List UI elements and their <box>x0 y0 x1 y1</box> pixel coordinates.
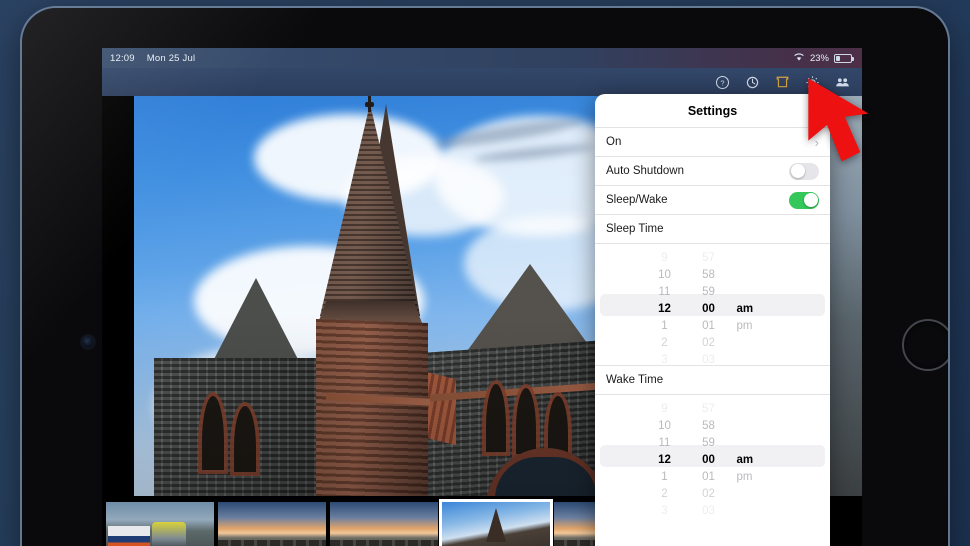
tablet-screen: 12:09 Mon 25 Jul 23% ? <box>102 48 862 546</box>
picker-cell: 02 <box>687 486 731 503</box>
picker-cell: 03 <box>687 352 731 369</box>
thumbnail-sunset-platform-1[interactable] <box>218 502 326 546</box>
chevron-right-icon: › <box>815 136 819 149</box>
settings-row-sleep-wake[interactable]: Sleep/Wake <box>595 185 830 214</box>
svg-text:?: ? <box>720 78 724 87</box>
picker-cell-selected: 00 <box>687 452 731 469</box>
status-bar: 12:09 Mon 25 Jul 23% <box>102 48 862 68</box>
picker-cell: 57 <box>687 250 731 267</box>
picker-cell <box>737 267 783 284</box>
picker-cell <box>737 418 783 435</box>
auto-shutdown-toggle[interactable] <box>789 163 819 180</box>
front-camera-icon <box>82 336 94 348</box>
picker-cell: 58 <box>687 267 731 284</box>
tablet-device: 12:09 Mon 25 Jul 23% ? <box>22 8 948 546</box>
sleep-time-label: Sleep Time <box>606 223 664 235</box>
picker-cell-selected: 12 <box>643 301 687 318</box>
picker-cell: 3 <box>643 503 687 520</box>
picker-cell: 11 <box>643 284 687 301</box>
picker-cell <box>737 335 783 352</box>
sleep-wake-toggle[interactable] <box>789 192 819 209</box>
settings-title: Settings <box>595 94 830 127</box>
settings-row-sleep-wake-label: Sleep/Wake <box>606 194 668 206</box>
sleep-hour-column[interactable]: 9 10 11 12 1 2 3 <box>643 250 687 365</box>
settings-row-auto-shutdown[interactable]: Auto Shutdown <box>595 156 830 185</box>
history-clock-icon[interactable] <box>745 75 760 90</box>
wifi-icon <box>793 52 805 65</box>
picker-cell: pm <box>737 469 783 486</box>
sleep-time-header: Sleep Time <box>595 214 830 243</box>
picker-cell: 01 <box>687 469 731 486</box>
wake-time-header: Wake Time <box>595 365 830 394</box>
picker-cell-selected: 00 <box>687 301 731 318</box>
picker-cell: 2 <box>643 486 687 503</box>
picker-cell <box>737 250 783 267</box>
settings-panel: Settings On › Auto Shutdown Sleep/Wake S… <box>595 94 830 546</box>
thumbnail-sunset-platform-2[interactable] <box>330 502 438 546</box>
battery-icon <box>834 54 852 63</box>
bookmark-icon[interactable] <box>775 75 790 90</box>
picker-cell-selected: 12 <box>643 452 687 469</box>
wake-time-label: Wake Time <box>606 374 663 386</box>
picker-cell <box>737 352 783 369</box>
picker-cell <box>737 503 783 520</box>
settings-row-auto-shutdown-label: Auto Shutdown <box>606 165 684 177</box>
picker-cell: 1 <box>643 469 687 486</box>
picker-cell: pm <box>737 318 783 335</box>
status-time: 12:09 <box>110 53 135 64</box>
thumbnail-church-spire[interactable] <box>442 502 550 546</box>
picker-cell <box>737 486 783 503</box>
sleep-meridiem-column[interactable]: am pm <box>731 250 783 365</box>
picker-cell-selected: am <box>737 301 783 318</box>
wake-minute-column[interactable]: 57 58 59 00 01 02 03 <box>687 401 731 516</box>
picker-cell: 58 <box>687 418 731 435</box>
battery-percent-label: 23% <box>810 53 829 64</box>
picker-cell <box>737 401 783 418</box>
church-spire-photo[interactable] <box>134 96 614 496</box>
picker-cell: 3 <box>643 352 687 369</box>
picker-cell: 9 <box>643 250 687 267</box>
picker-cell-selected: am <box>737 452 783 469</box>
settings-row-on-label: On <box>606 136 621 148</box>
wake-time-picker[interactable]: 9 10 11 12 1 2 3 57 58 59 00 01 02 <box>595 394 830 516</box>
picker-cell: 9 <box>643 401 687 418</box>
picker-cell: 01 <box>687 318 731 335</box>
photo-vignette <box>134 96 614 496</box>
picker-cell: 59 <box>687 435 731 452</box>
wake-hour-column[interactable]: 9 10 11 12 1 2 3 <box>643 401 687 516</box>
sleep-time-picker[interactable]: 9 10 11 12 1 2 3 57 58 59 00 01 02 <box>595 243 830 365</box>
picker-cell: 2 <box>643 335 687 352</box>
picker-cell: 59 <box>687 284 731 301</box>
status-date: Mon 25 Jul <box>147 53 195 64</box>
picker-cell: 57 <box>687 401 731 418</box>
settings-row-on[interactable]: On › <box>595 127 830 156</box>
picker-cell <box>737 284 783 301</box>
settings-gear-icon[interactable] <box>805 75 820 90</box>
picker-cell: 11 <box>643 435 687 452</box>
picker-cell: 10 <box>643 267 687 284</box>
app-toolbar: ? <box>102 68 862 96</box>
picker-cell <box>737 435 783 452</box>
picker-cell: 10 <box>643 418 687 435</box>
sleep-minute-column[interactable]: 57 58 59 00 01 02 03 <box>687 250 731 365</box>
picker-cell: 02 <box>687 335 731 352</box>
wake-meridiem-column[interactable]: am pm <box>731 401 783 516</box>
thumbnail-train-station[interactable] <box>106 502 214 546</box>
home-button[interactable] <box>902 319 948 371</box>
picker-cell: 03 <box>687 503 731 520</box>
help-icon[interactable]: ? <box>715 75 730 90</box>
picker-cell: 1 <box>643 318 687 335</box>
people-group-icon[interactable] <box>835 75 850 90</box>
